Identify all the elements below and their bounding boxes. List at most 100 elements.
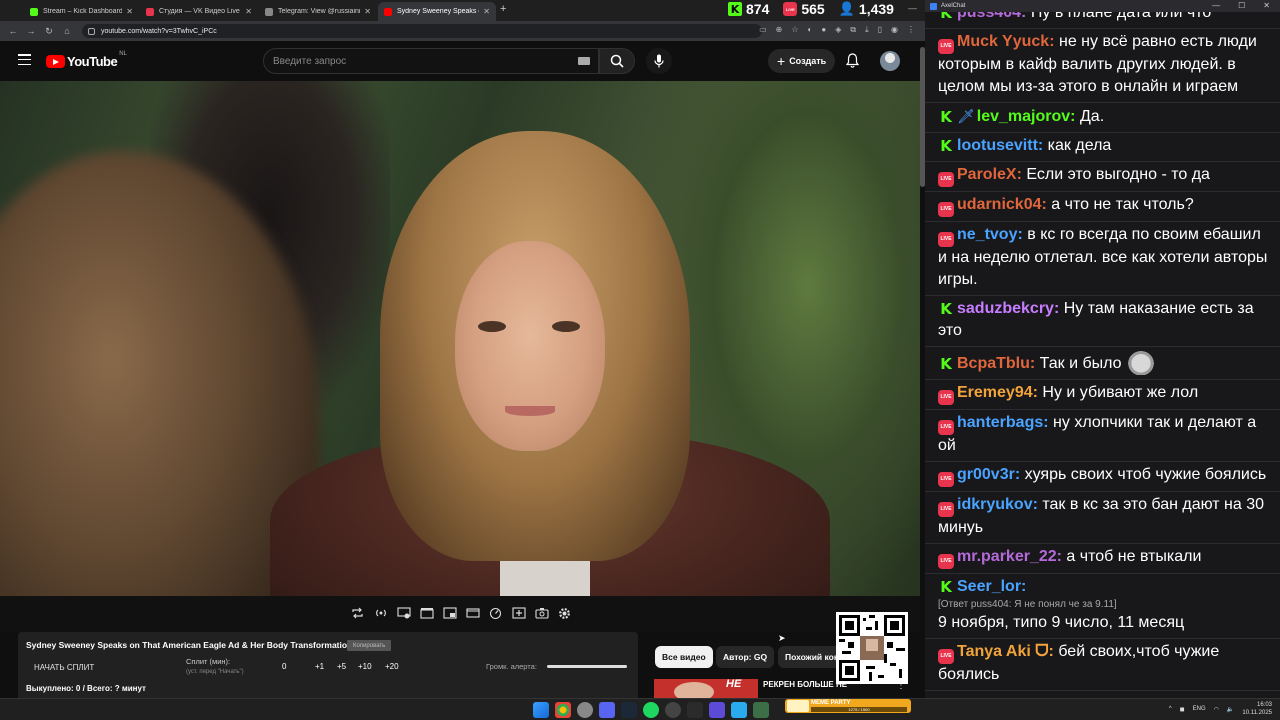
chip-author-gq[interactable]: Автор: GQ bbox=[716, 646, 775, 668]
add-10-button[interactable]: +10 bbox=[358, 662, 372, 671]
chat-username[interactable]: idkryukov bbox=[957, 496, 1033, 513]
language-indicator[interactable]: ENG bbox=[1193, 706, 1206, 712]
broadcast-icon[interactable] bbox=[371, 605, 390, 621]
wifi-icon[interactable]: ◠ bbox=[1214, 706, 1219, 713]
reload-icon[interactable]: ↻ bbox=[44, 26, 54, 37]
download-icon[interactable]: ⤓ bbox=[865, 25, 869, 35]
url-field[interactable]: youtube.com/watch?v=3TwhvC_iPCc bbox=[82, 24, 762, 38]
chip-similar[interactable]: Похожий кон bbox=[778, 646, 844, 668]
chat-username[interactable]: BcpaTblu bbox=[957, 355, 1030, 372]
chip-all-videos[interactable]: Все видео bbox=[655, 646, 713, 668]
clock[interactable]: 16:03 10.11.2025 bbox=[1242, 701, 1272, 717]
menu-kebab-icon[interactable]: ⋮ bbox=[907, 25, 915, 35]
chat-username[interactable]: lootusevitt bbox=[957, 137, 1038, 154]
back-icon[interactable]: ← bbox=[8, 26, 18, 36]
app-icon[interactable] bbox=[687, 702, 703, 718]
chat-username[interactable]: hanterbags bbox=[957, 414, 1043, 431]
keyboard-icon[interactable] bbox=[578, 57, 590, 65]
home-icon[interactable]: ⌂ bbox=[62, 26, 72, 36]
chat-username[interactable]: Muck Yyuck bbox=[957, 33, 1049, 50]
copy-button[interactable]: Копировать bbox=[347, 640, 392, 651]
minimize-icon[interactable]: — bbox=[908, 3, 917, 13]
extension-icon[interactable]: ◐ bbox=[808, 25, 813, 35]
close-icon[interactable]: ✕ bbox=[1263, 1, 1270, 10]
profile-icon[interactable]: ◉ bbox=[891, 25, 898, 35]
extension-icon[interactable]: ● bbox=[821, 25, 826, 35]
start-split-button[interactable]: НАЧАТЬ СПЛИТ bbox=[26, 661, 102, 674]
camera-screenshot-icon[interactable] bbox=[532, 605, 551, 621]
app-icon[interactable] bbox=[709, 702, 725, 718]
puzzle-icon[interactable]: ⧉ bbox=[850, 25, 856, 35]
chat-username[interactable]: lev_majorov bbox=[977, 108, 1070, 125]
speed-gauge-icon[interactable] bbox=[486, 605, 505, 621]
bookmark-star-icon[interactable]: ☆ bbox=[791, 25, 798, 35]
chat-username[interactable]: ParoleX bbox=[957, 166, 1017, 183]
alert-volume-slider[interactable] bbox=[547, 665, 627, 668]
start-windows-icon[interactable] bbox=[533, 702, 549, 718]
add-20-button[interactable]: +20 bbox=[385, 662, 399, 671]
chat-username[interactable]: mr.parker_22 bbox=[957, 548, 1057, 565]
cast-icon[interactable]: ▭ bbox=[759, 25, 767, 35]
app-icon[interactable] bbox=[577, 702, 593, 718]
discord-icon[interactable] bbox=[599, 702, 615, 718]
avatar[interactable] bbox=[880, 51, 900, 71]
tab-close-icon[interactable]: ✕ bbox=[126, 7, 133, 16]
zoom-icon[interactable]: ⊕ bbox=[776, 25, 783, 35]
tab-close-icon[interactable]: ✕ bbox=[483, 7, 490, 16]
tab-telegram[interactable]: Telegram: View @russiainmyme ✕ bbox=[259, 2, 377, 21]
vk-live-platform-icon: LIVE bbox=[938, 554, 954, 569]
sidebar-icon[interactable]: ▯ bbox=[878, 25, 882, 35]
loop-icon[interactable] bbox=[348, 605, 367, 621]
youtube-logo[interactable]: YouTube NL bbox=[46, 51, 127, 69]
tray-app-icon[interactable]: ◼ bbox=[1180, 706, 1185, 713]
chat-username[interactable]: Eremey94 bbox=[957, 384, 1033, 401]
tab-youtube-video[interactable]: Sydney Sweeney Speaks on Tha ✕ bbox=[378, 2, 496, 21]
settings-gear-icon[interactable] bbox=[555, 605, 574, 621]
more-options-icon[interactable]: ⋮ bbox=[896, 680, 906, 691]
chrome-icon[interactable] bbox=[555, 702, 571, 718]
chat-message: K Seer_lor: [Ответ puss404: Я не понял че … bbox=[925, 574, 1280, 639]
add-5-button[interactable]: +5 bbox=[337, 662, 346, 671]
extension-icon[interactable]: ◈ bbox=[835, 25, 841, 35]
recommended-video-title[interactable]: РЕКРЕН БОЛЬШЕ НЕ bbox=[763, 680, 853, 690]
picture-in-picture-icon[interactable] bbox=[440, 605, 459, 621]
chat-username[interactable]: Seer_lor bbox=[957, 578, 1021, 595]
vk-viewers: 565 bbox=[801, 1, 825, 17]
steam-icon[interactable] bbox=[621, 702, 637, 718]
site-info-icon[interactable] bbox=[88, 27, 95, 35]
forward-icon[interactable]: → bbox=[26, 26, 36, 36]
tab-kick-dashboard[interactable]: Stream – Kick Dashboard ✕ bbox=[24, 2, 139, 21]
voice-search-button[interactable] bbox=[646, 48, 672, 74]
spotify-icon[interactable] bbox=[643, 702, 659, 718]
chat-username[interactable]: udarnick04 bbox=[957, 196, 1041, 213]
chat-username[interactable]: saduzbekcry bbox=[957, 300, 1054, 317]
clapperboard-icon[interactable] bbox=[417, 605, 436, 621]
search-input[interactable]: Введите запрос bbox=[263, 48, 599, 74]
chat-username[interactable]: Tanya Aki ᗜ bbox=[957, 643, 1049, 660]
chat-username[interactable]: ne_tvoy bbox=[957, 226, 1017, 243]
maximize-icon[interactable]: ☐ bbox=[1238, 1, 1245, 10]
screen-share-icon[interactable] bbox=[394, 605, 413, 621]
app-icon[interactable] bbox=[753, 702, 769, 718]
tab-vk-studio[interactable]: Студия — VK Видео Live ✕ bbox=[140, 2, 258, 21]
hamburger-menu-icon[interactable] bbox=[18, 54, 31, 65]
chat-message-list[interactable]: Kpuss404: Ну в плане дата или что LIVE Muc… bbox=[925, 0, 1280, 691]
add-to-queue-icon[interactable] bbox=[509, 605, 528, 621]
volume-icon[interactable]: 🔈 bbox=[1227, 706, 1234, 713]
tab-close-icon[interactable]: ✕ bbox=[364, 7, 371, 16]
recommended-video-thumbnail[interactable]: НЕ bbox=[654, 679, 758, 698]
telegram-icon[interactable] bbox=[731, 702, 747, 718]
tab-close-icon[interactable]: ✕ bbox=[245, 7, 252, 16]
add-1-button[interactable]: +1 bbox=[315, 662, 324, 671]
tray-chevron-icon[interactable]: ^ bbox=[1169, 706, 1172, 712]
notifications-button[interactable] bbox=[845, 53, 860, 73]
create-button[interactable]: + Создать bbox=[768, 49, 836, 73]
minimize-icon[interactable]: — bbox=[1212, 1, 1220, 10]
new-tab-button[interactable]: + bbox=[500, 3, 506, 15]
chat-username[interactable]: gr00v3r bbox=[957, 466, 1015, 483]
video-player[interactable] bbox=[0, 81, 920, 596]
theater-mode-icon[interactable] bbox=[463, 605, 482, 621]
obs-icon[interactable] bbox=[665, 702, 681, 718]
vk-live-platform-icon: LIVE bbox=[938, 202, 954, 217]
search-button[interactable] bbox=[599, 48, 635, 74]
